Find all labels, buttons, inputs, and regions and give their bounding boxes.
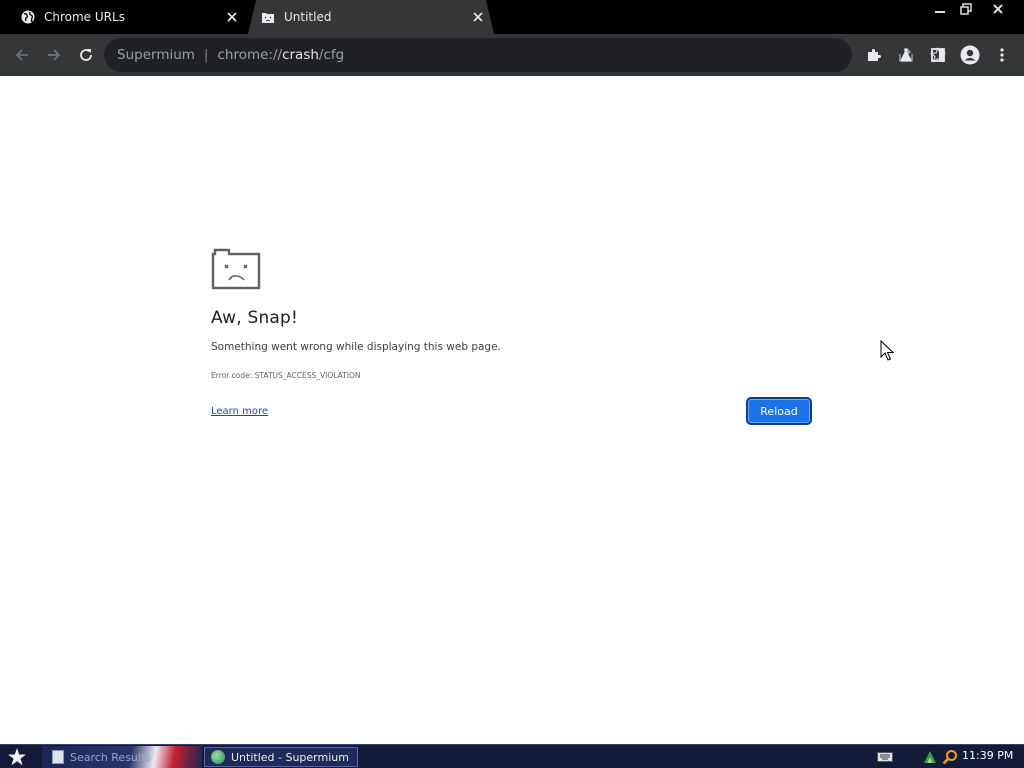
close-icon[interactable] — [470, 9, 486, 25]
menu-button[interactable] — [988, 34, 1016, 76]
address-bar[interactable]: Supermium | chrome://crash/cfg — [104, 38, 946, 72]
star-icon — [8, 748, 26, 766]
network-icon[interactable] — [922, 749, 938, 765]
separator: | — [203, 47, 209, 63]
tab-title: Untitled — [284, 10, 332, 24]
side-panel-icon — [931, 48, 945, 62]
back-button[interactable] — [8, 34, 36, 76]
url-path: /cfg — [318, 47, 345, 63]
mouse-cursor-icon — [880, 340, 895, 361]
minimize-button[interactable] — [928, 0, 952, 18]
search-icon[interactable] — [942, 749, 958, 765]
page-content: Aw, Snap! Something went wrong while dis… — [0, 76, 1024, 744]
taskbar-item-browser[interactable]: Untitled - Supermium — [204, 747, 358, 767]
flask-icon — [900, 48, 912, 62]
error-heading: Aw, Snap! — [211, 308, 299, 328]
avatar-icon — [960, 45, 980, 65]
sad-tab-illustration-icon — [211, 248, 261, 290]
reload-page-button[interactable]: Reload — [746, 397, 812, 425]
side-panel-button[interactable] — [924, 34, 952, 76]
keyboard-icon[interactable] — [876, 750, 894, 764]
sad-tab-icon — [260, 9, 276, 25]
tab-chrome-urls[interactable]: Chrome URLs — [0, 0, 248, 34]
taskbar-item-search-results[interactable]: Search Results — [42, 746, 202, 768]
profile-button[interactable] — [956, 34, 984, 76]
url-scheme: chrome:// — [217, 47, 283, 63]
learn-more-link[interactable]: Learn more — [211, 406, 268, 417]
start-button[interactable] — [4, 746, 30, 768]
error-message: Something went wrong while displaying th… — [211, 341, 501, 353]
reload-icon — [80, 49, 92, 61]
taskbar: Search Results Untitled - Supermium 11:3… — [0, 744, 1024, 768]
error-code: Error code: STATUS_ACCESS_VIOLATION — [211, 371, 361, 380]
site-label: Supermium — [117, 47, 195, 63]
extensions-button[interactable] — [860, 34, 888, 76]
labs-button[interactable] — [892, 34, 920, 76]
arrow-left-icon — [15, 49, 28, 61]
tab-untitled[interactable]: Untitled — [248, 0, 494, 34]
taskbar-item-label: Untitled - Supermium — [231, 750, 349, 764]
document-icon — [52, 750, 64, 764]
reload-button[interactable] — [72, 34, 100, 76]
tab-title: Chrome URLs — [44, 10, 125, 24]
puzzle-icon — [868, 48, 882, 61]
globe-icon — [20, 9, 36, 25]
forward-button[interactable] — [40, 34, 68, 76]
window-close-button[interactable] — [984, 0, 1012, 18]
arrow-right-icon — [48, 49, 61, 61]
taskbar-item-label: Search Results — [70, 750, 152, 764]
tab-strip: Chrome URLs Untitled — [0, 0, 1024, 34]
browser-icon — [211, 750, 225, 764]
close-icon[interactable] — [224, 9, 240, 25]
browser-toolbar: Supermium | chrome://crash/cfg — [0, 34, 1024, 76]
url-host: crash — [282, 47, 319, 63]
kebab-menu-icon — [1000, 48, 1004, 62]
taskbar-clock: 11:39 PM — [962, 749, 1014, 762]
restore-button[interactable] — [954, 0, 978, 18]
